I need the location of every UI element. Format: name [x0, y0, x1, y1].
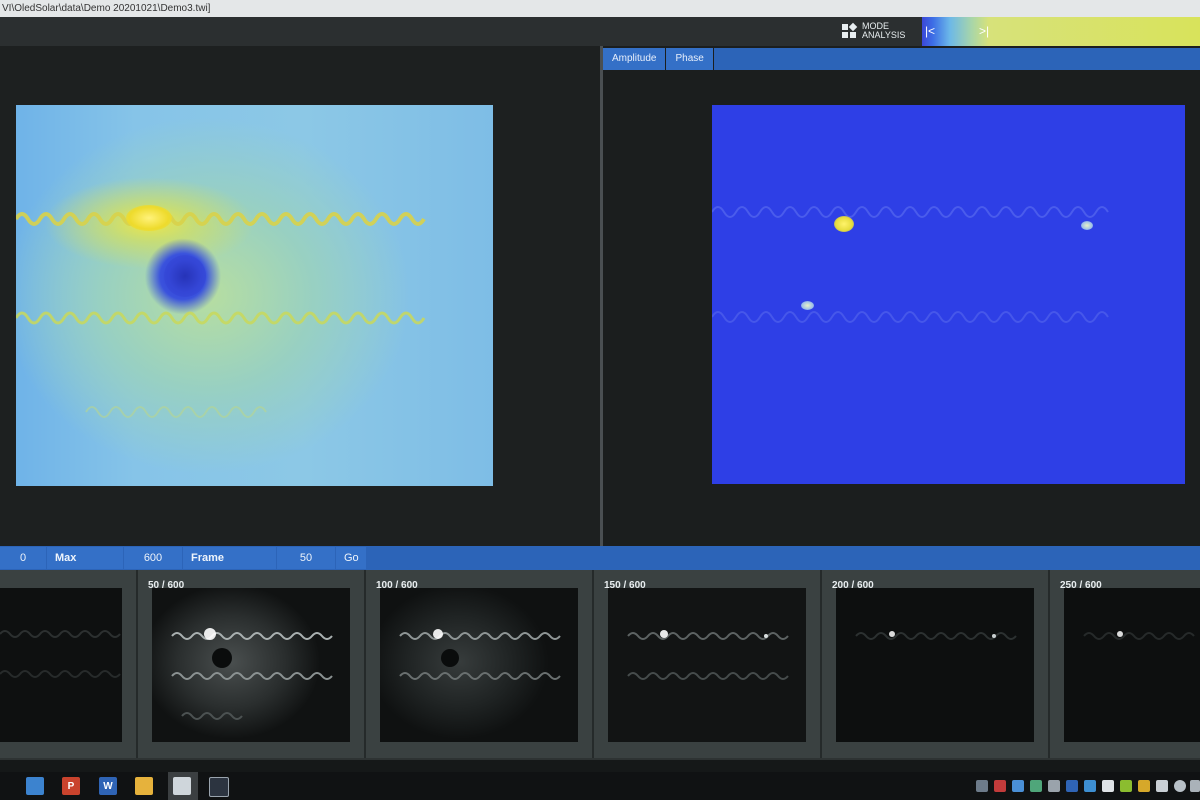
thermal-image-left[interactable] [16, 105, 493, 486]
thumbnail-frame[interactable] [0, 570, 138, 758]
statusbar-gap [0, 760, 1200, 772]
skip-last-icon: >| [978, 24, 990, 38]
hotspot-1 [834, 216, 854, 232]
frame-interval-input[interactable]: 50 [277, 547, 335, 569]
top-toolbar: MODE ANALYSIS |< >| [0, 17, 1200, 46]
thumbnail-image [1064, 588, 1200, 742]
thumbnail-frame[interactable]: 250 / 600 [1050, 570, 1200, 758]
tray-yellow-icon[interactable] [1138, 780, 1150, 792]
tray-gray-icon[interactable] [1048, 780, 1060, 792]
left-image-panel [0, 46, 600, 579]
hotspot-3 [801, 301, 814, 310]
last-frame-button[interactable]: >| [976, 22, 992, 40]
frame-interval-label: Frame Interval: [183, 547, 276, 586]
folder-app-icon[interactable] [135, 777, 153, 795]
faint-traces [712, 206, 1109, 323]
word-app-icon[interactable]: W [99, 777, 117, 795]
max-frame-label: Max Frame: [47, 547, 123, 586]
tray-word-icon[interactable] [1066, 780, 1078, 792]
tray-volume-icon[interactable] [1190, 780, 1200, 792]
tray-red-icon[interactable] [994, 780, 1006, 792]
tray-globe-icon[interactable] [1174, 780, 1186, 792]
first-frame-button[interactable]: |< [922, 22, 938, 40]
tray-shield-icon[interactable] [1084, 780, 1096, 792]
tray-white-icon[interactable] [1102, 780, 1114, 792]
thumbnail-image [380, 588, 578, 742]
thumbnail-strip: 50 / 600 100 / 600 150 / 600 200 / 600 2… [0, 570, 1200, 760]
thumbnail-image [836, 588, 1034, 742]
window-title-path: VI\OledSolar\data\Demo 20201021\Demo3.tw… [2, 3, 211, 14]
tray-battery-icon[interactable] [1156, 780, 1168, 792]
thumbnail-traces [1083, 631, 1195, 640]
mode-label: MODE ANALYSIS [862, 21, 906, 40]
window-title-bar: VI\OledSolar\data\Demo 20201021\Demo3.tw… [0, 0, 1200, 17]
tray-blue-icon[interactable] [1012, 780, 1024, 792]
go-button[interactable]: Go [336, 547, 366, 569]
powerpoint-app-icon[interactable]: P [62, 777, 80, 795]
grid-icon [842, 22, 858, 39]
thumbnail-frame[interactable]: 150 / 600 [594, 570, 822, 758]
thumbnail-traces [399, 629, 561, 680]
mode-analysis-button[interactable]: MODE ANALYSIS [842, 20, 905, 42]
thumbnail-image [152, 588, 350, 742]
color-palette-bar: |< >| [922, 17, 1200, 46]
heater-traces [16, 212, 426, 418]
skip-first-icon: |< [924, 24, 936, 38]
tab-amplitude[interactable]: Amplitude [603, 48, 667, 70]
view-tabs: Amplitude Phase [603, 48, 1200, 70]
max-frame-input[interactable]: 600 [124, 547, 182, 569]
thermal-image-right[interactable] [712, 105, 1185, 484]
thumbnail-image [608, 588, 806, 742]
thumbnail-traces [171, 628, 333, 720]
thumbnail-traces [627, 630, 789, 680]
frame-control-bar: 0 Max Frame: 600 Frame Interval: 50 Go [0, 546, 1200, 586]
tray-network-icon[interactable] [976, 780, 988, 792]
tray-lime-icon[interactable] [1120, 780, 1132, 792]
right-image-panel: Amplitude Phase [603, 46, 1200, 546]
thumbnail-image [0, 588, 122, 742]
notepad-app-icon[interactable] [173, 777, 191, 795]
thumbnail-frame[interactable]: 100 / 600 [366, 570, 594, 758]
start-frame-input[interactable]: 0 [0, 547, 46, 569]
thumbnail-frame[interactable]: 50 / 600 [138, 570, 366, 758]
hotspot-2 [1081, 221, 1093, 230]
photos-app-icon[interactable] [209, 777, 229, 797]
hotspot-bright [126, 205, 172, 231]
cold-spot [164, 255, 206, 297]
tray-green-icon[interactable] [1030, 780, 1042, 792]
explorer-app-icon[interactable] [26, 777, 44, 795]
thumbnail-traces [855, 631, 1017, 640]
thumbnail-frame[interactable]: 200 / 600 [822, 570, 1050, 758]
thumbnail-traces [0, 630, 121, 678]
tab-phase[interactable]: Phase [666, 48, 714, 70]
os-taskbar: P W [0, 772, 1200, 800]
